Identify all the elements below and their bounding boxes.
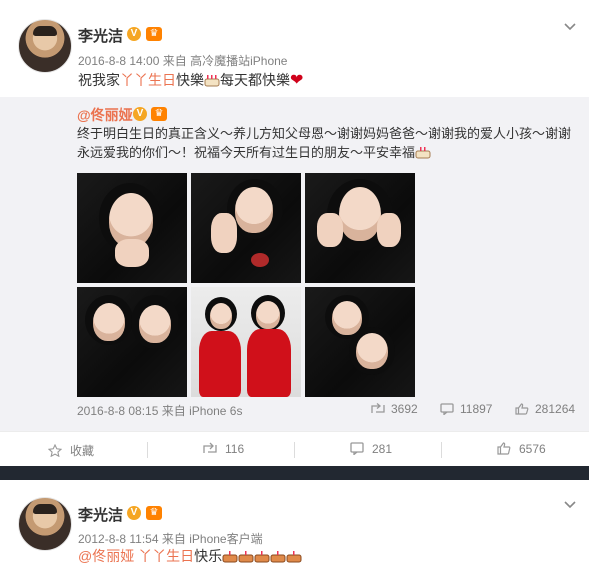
weibo-post-1: 李光洁 V ♛ 2016-8-8 14:00 来自 高冷魔播站iPhone 祝我… [0, 0, 589, 466]
repost-count[interactable]: 3692 [371, 402, 418, 416]
like-count-value: 281264 [535, 402, 576, 416]
like-action-count: 6576 [519, 442, 546, 456]
post-meta: 2012-8-8 11:54 来自 iPhone客户端 [78, 530, 263, 547]
repost-meta: 2016-8-8 08:15 来自 iPhone 6s [77, 402, 242, 419]
timestamp[interactable]: 2012-8-8 11:54 [78, 532, 159, 546]
like-icon [515, 403, 529, 415]
source[interactable]: 高冷魔播站iPhone [190, 54, 287, 68]
post-text: @佟丽娅 丫丫生日快乐 [78, 546, 302, 566]
cake-emoji [286, 551, 302, 563]
cake-emoji [204, 75, 220, 87]
avatar[interactable] [18, 19, 72, 73]
text-before: 祝我家 [78, 72, 120, 88]
favorite-button[interactable]: 收藏 [48, 442, 94, 459]
member-crown-icon: ♛ [146, 27, 162, 41]
repost-body: 终于明白生日的真正含义～养儿方知父母恩～谢谢妈妈爸爸～谢谢我的爱人小孩～谢谢永远… [77, 126, 572, 160]
heart-emoji: ❤ [290, 72, 304, 89]
comment-action-count: 281 [372, 442, 393, 456]
like-count[interactable]: 281264 [515, 402, 575, 416]
post-meta: 2016-8-8 14:00 来自 高冷魔播站iPhone [78, 52, 287, 69]
like-button[interactable]: 6576 [497, 442, 546, 456]
post-text: 祝我家丫丫生日快樂 每天都快樂❤ [78, 70, 303, 91]
repost-text: 终于明白生日的真正含义～养儿方知父母恩～谢谢妈妈爸爸～谢谢我的爱人小孩～谢谢永远… [77, 124, 577, 162]
feed-divider [0, 466, 589, 480]
repost-count-value: 3692 [391, 402, 418, 416]
source-prefix: 来自 [161, 404, 186, 418]
comment-icon [440, 403, 454, 415]
repost-icon [371, 403, 385, 413]
photo-thumbnail[interactable] [77, 287, 187, 397]
highlight-text: 丫丫生日 [138, 548, 195, 564]
mention-link[interactable]: @佟丽娅 [78, 548, 134, 564]
repost-source[interactable]: iPhone 6s [189, 404, 242, 418]
repost-card: @佟丽娅 V ♛ 终于明白生日的真正含义～养儿方知父母恩～谢谢妈妈爸爸～谢谢我的… [0, 97, 589, 431]
photo-thumbnail[interactable] [191, 173, 301, 283]
verified-badge-icon: V [133, 107, 147, 121]
repost-icon [203, 442, 217, 453]
comment-count-value: 11897 [460, 402, 493, 416]
action-bar: 收藏 116 281 6576 [0, 431, 589, 467]
photo-thumbnail[interactable] [191, 287, 301, 397]
divider [147, 442, 148, 458]
photo-thumbnail[interactable] [305, 173, 415, 283]
photo-thumbnail[interactable] [77, 173, 187, 283]
chevron-down-icon[interactable] [563, 20, 577, 34]
repost-timestamp[interactable]: 2016-8-8 08:15 [77, 404, 158, 418]
cake-emoji [415, 147, 431, 159]
member-crown-icon: ♛ [151, 107, 167, 121]
source-prefix: 来自 [162, 54, 187, 68]
comment-button[interactable]: 281 [350, 442, 392, 456]
text-after: 每天都快樂 [220, 72, 290, 88]
favorite-label: 收藏 [70, 444, 95, 458]
text-mid: 快樂 [176, 72, 204, 88]
verified-badge-icon: V [127, 27, 141, 41]
repost-action-count: 116 [225, 442, 245, 456]
highlight-text: 丫丫生日 [120, 72, 176, 88]
source[interactable]: iPhone客户端 [189, 532, 262, 546]
divider [294, 442, 295, 458]
weibo-post-2: 李光洁 V ♛ 2012-8-8 11:54 来自 iPhone客户端 @佟丽娅… [0, 480, 589, 571]
verified-badge-icon: V [127, 506, 141, 520]
comment-count[interactable]: 11897 [440, 402, 492, 416]
chevron-down-icon[interactable] [563, 498, 577, 512]
timestamp[interactable]: 2016-8-8 14:00 [78, 54, 159, 68]
favorite-icon [48, 444, 62, 457]
username[interactable]: 李光洁 [78, 504, 123, 525]
divider [441, 442, 442, 458]
text-after: 快乐 [194, 548, 223, 564]
photo-thumbnail[interactable] [305, 287, 415, 397]
member-crown-icon: ♛ [146, 506, 162, 520]
cake-emoji [222, 551, 238, 563]
source-prefix: 来自 [161, 532, 186, 546]
like-icon [497, 442, 511, 455]
cake-emoji [270, 551, 286, 563]
cake-emoji [238, 551, 254, 563]
comment-icon [350, 442, 364, 455]
repost-username[interactable]: @佟丽娅 [77, 105, 133, 125]
repost-button[interactable]: 116 [203, 442, 244, 456]
username[interactable]: 李光洁 [78, 25, 123, 46]
cake-emoji [254, 551, 270, 563]
avatar[interactable] [18, 497, 72, 551]
